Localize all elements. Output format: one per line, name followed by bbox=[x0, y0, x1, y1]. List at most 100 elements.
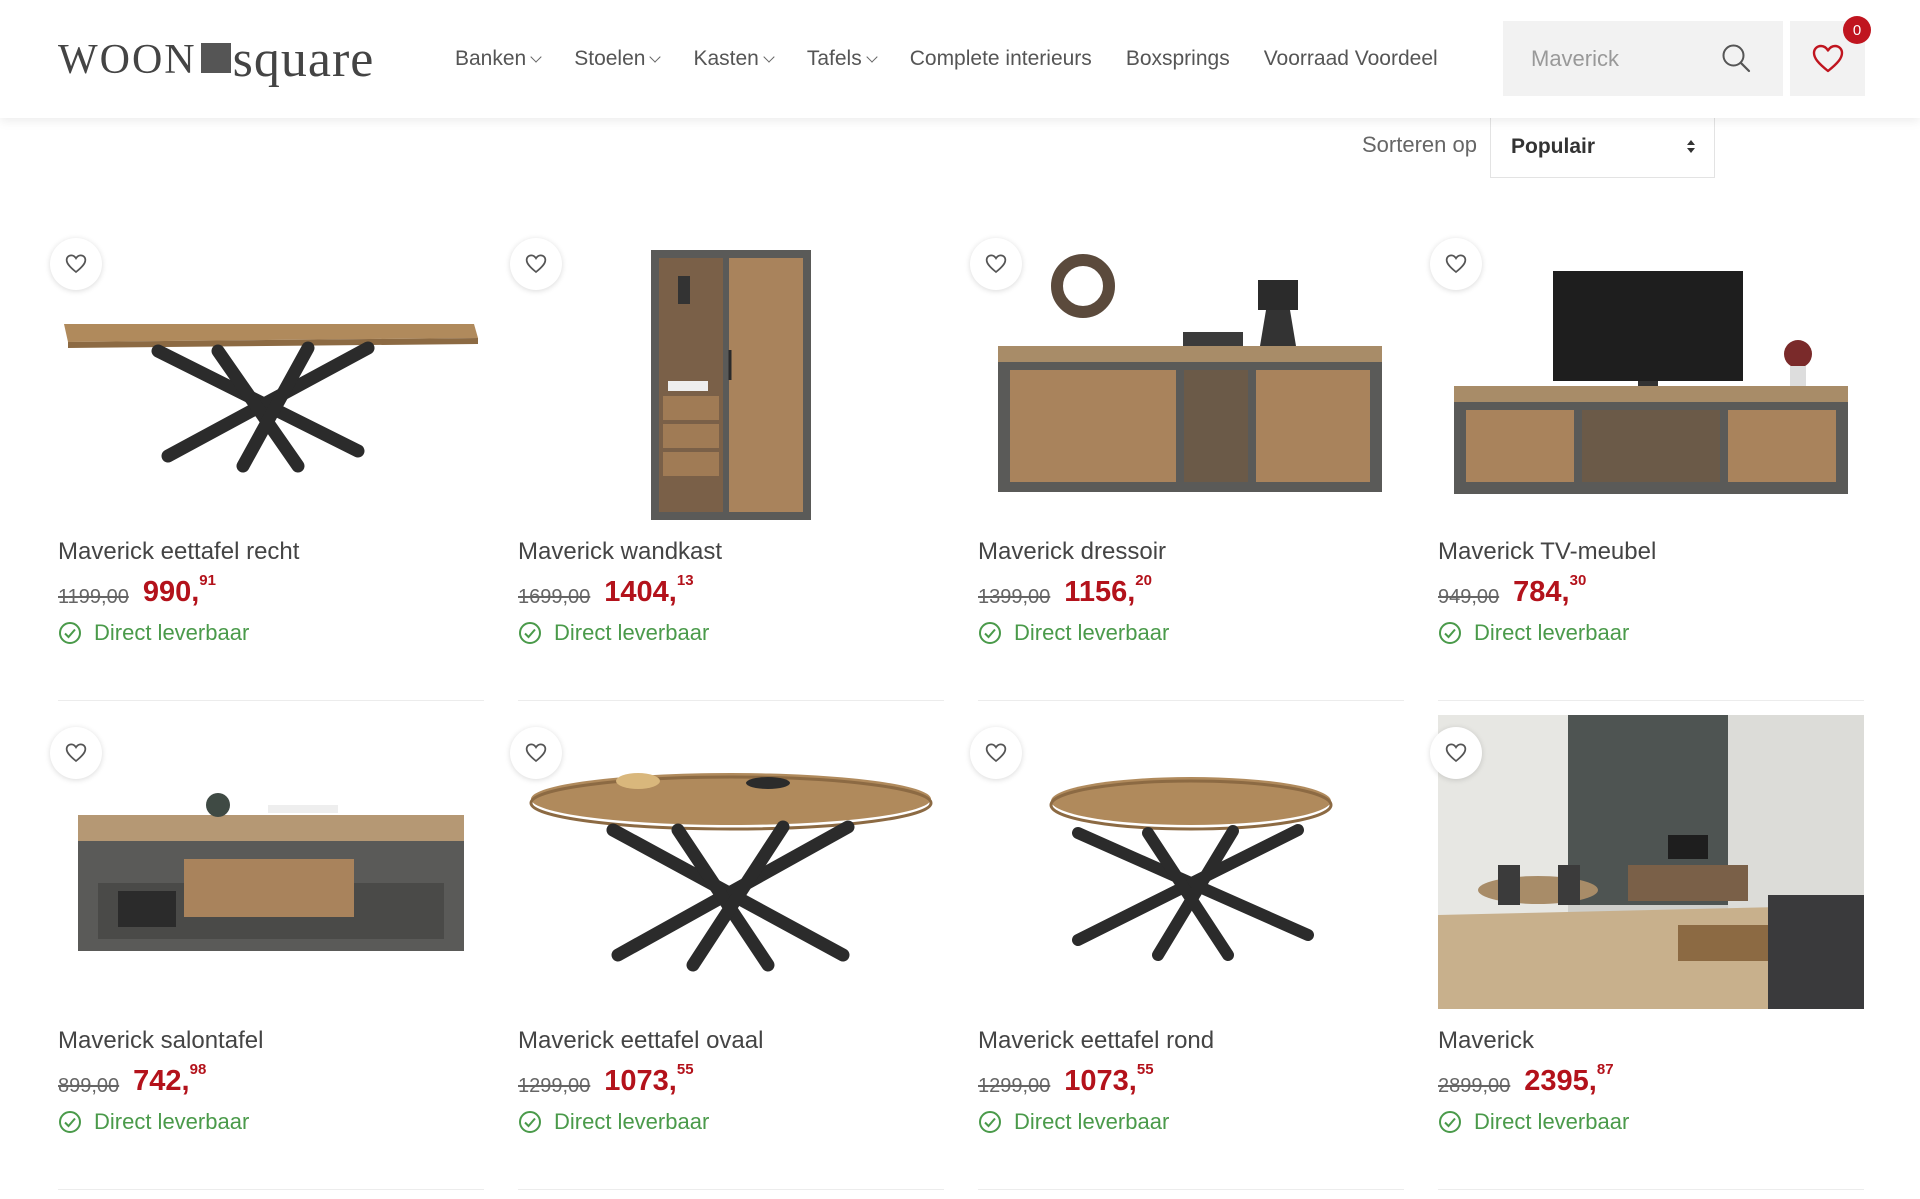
product-image-dining-table[interactable] bbox=[58, 226, 484, 520]
sort-select[interactable]: Populair bbox=[1490, 116, 1715, 178]
product-card[interactable]: Maverick salontafel 899,00 742,98 Direct… bbox=[50, 715, 484, 1190]
product-image-tv-unit[interactable] bbox=[1438, 226, 1864, 520]
price-main: 1073, bbox=[604, 1065, 677, 1097]
product-name[interactable]: Maverick salontafel bbox=[58, 1027, 263, 1055]
price-block: 1699,00 1404,13 bbox=[518, 572, 694, 609]
logo-text-woon: woon bbox=[58, 37, 197, 83]
nav-label: Kasten bbox=[693, 47, 759, 70]
product-card[interactable]: Maverick 2899,00 2395,87 Direct leverbaa… bbox=[1430, 715, 1864, 1190]
price-main: 2395, bbox=[1524, 1065, 1597, 1097]
product-name[interactable]: Maverick dressoir bbox=[978, 538, 1166, 566]
search-box bbox=[1503, 21, 1783, 96]
nav-label: Complete interieurs bbox=[909, 47, 1092, 70]
product-image-sideboard[interactable] bbox=[978, 226, 1404, 520]
old-price: 1299,00 bbox=[518, 1075, 591, 1097]
heart-outline-icon bbox=[985, 254, 1007, 274]
old-price: 1699,00 bbox=[518, 586, 591, 608]
heart-outline-icon bbox=[525, 743, 547, 763]
product-image-wall-cabinet[interactable] bbox=[518, 226, 944, 520]
favorite-button[interactable] bbox=[510, 727, 562, 779]
product-name[interactable]: Maverick eettafel rond bbox=[978, 1027, 1214, 1055]
favorite-button[interactable] bbox=[1430, 238, 1482, 290]
stock-label: Direct leverbaar bbox=[554, 620, 710, 645]
price-block: 1299,00 1073,55 bbox=[978, 1061, 1154, 1098]
product-image-round-table[interactable] bbox=[978, 715, 1404, 1009]
stock-label: Direct leverbaar bbox=[94, 1109, 250, 1134]
price-block: 1399,00 1156,20 bbox=[978, 572, 1152, 609]
sale-price: 1073,55 bbox=[604, 1061, 693, 1098]
main-nav: Banken Stoelen Kasten Tafels Complete in… bbox=[455, 0, 1472, 118]
old-price: 2899,00 bbox=[1438, 1075, 1511, 1097]
nav-item-stoelen[interactable]: Stoelen bbox=[574, 47, 662, 71]
stock-status: Direct leverbaar bbox=[58, 1109, 249, 1135]
heart-outline-icon bbox=[525, 254, 547, 274]
favorite-button[interactable] bbox=[50, 727, 102, 779]
stock-status: Direct leverbaar bbox=[58, 620, 249, 646]
product-name[interactable]: Maverick bbox=[1438, 1027, 1534, 1055]
search-icon[interactable] bbox=[1721, 43, 1751, 73]
price-block: 1299,00 1073,55 bbox=[518, 1061, 694, 1098]
divider bbox=[1438, 1189, 1864, 1190]
product-image-coffee-table[interactable] bbox=[58, 715, 484, 1009]
nav-item-banken[interactable]: Banken bbox=[455, 47, 542, 71]
nav-item-tafels[interactable]: Tafels bbox=[806, 47, 878, 71]
nav-label: Tafels bbox=[806, 47, 862, 70]
nav-item-voorraad-voordeel[interactable]: Voorraad Voordeel bbox=[1264, 47, 1438, 71]
heart-outline-icon bbox=[985, 743, 1007, 763]
check-circle-icon bbox=[59, 622, 81, 644]
stock-label: Direct leverbaar bbox=[94, 620, 250, 645]
product-name[interactable]: Maverick TV-meubel bbox=[1438, 538, 1656, 566]
logo-text-square: square bbox=[232, 31, 375, 88]
stock-status: Direct leverbaar bbox=[978, 620, 1169, 646]
sale-price: 784,30 bbox=[1513, 572, 1586, 609]
product-card[interactable]: Maverick eettafel rond 1299,00 1073,55 D… bbox=[970, 715, 1404, 1190]
check-circle-icon bbox=[979, 622, 1001, 644]
product-card[interactable]: Maverick dressoir 1399,00 1156,20 Direct… bbox=[970, 226, 1404, 701]
stock-status: Direct leverbaar bbox=[518, 1109, 709, 1135]
price-block: 949,00 784,30 bbox=[1438, 572, 1586, 609]
logo-square bbox=[200, 43, 231, 73]
nav-item-boxsprings[interactable]: Boxsprings bbox=[1126, 47, 1230, 71]
nav-label: Stoelen bbox=[574, 47, 646, 70]
product-name[interactable]: Maverick eettafel recht bbox=[58, 538, 299, 566]
nav-item-kasten[interactable]: Kasten bbox=[693, 47, 775, 71]
product-image-room-scene[interactable] bbox=[1438, 715, 1864, 1009]
stock-status: Direct leverbaar bbox=[978, 1109, 1169, 1135]
price-main: 742, bbox=[133, 1065, 190, 1097]
product-card[interactable]: Maverick TV-meubel 949,00 784,30 Direct … bbox=[1430, 226, 1864, 701]
price-main: 784, bbox=[1513, 576, 1570, 608]
wishlist-count-badge: 0 bbox=[1843, 16, 1871, 44]
sale-price: 1073,55 bbox=[1064, 1061, 1153, 1098]
site-logo[interactable]: woon square bbox=[58, 30, 374, 90]
nav-label: Banken bbox=[455, 47, 527, 70]
product-name[interactable]: Maverick eettafel ovaal bbox=[518, 1027, 763, 1055]
divider bbox=[1438, 700, 1864, 701]
product-card[interactable]: Maverick eettafel ovaal 1299,00 1073,55 … bbox=[510, 715, 944, 1190]
favorite-button[interactable] bbox=[970, 727, 1022, 779]
nav-label: Boxsprings bbox=[1125, 47, 1230, 70]
sale-price: 990,91 bbox=[143, 572, 216, 609]
favorite-button[interactable] bbox=[510, 238, 562, 290]
product-image-oval-table[interactable] bbox=[518, 715, 944, 1009]
nav-item-complete-interieurs[interactable]: Complete interieurs bbox=[910, 47, 1092, 71]
favorite-button[interactable] bbox=[970, 238, 1022, 290]
heart-icon bbox=[1812, 44, 1843, 72]
price-block: 1199,00 990,91 bbox=[58, 572, 216, 609]
divider bbox=[518, 700, 944, 701]
product-name[interactable]: Maverick wandkast bbox=[518, 538, 722, 566]
favorite-button[interactable] bbox=[1430, 727, 1482, 779]
search-input[interactable] bbox=[1531, 45, 1731, 72]
price-cents: 20 bbox=[1135, 572, 1152, 589]
price-main: 1404, bbox=[604, 576, 677, 608]
price-main: 1156, bbox=[1064, 576, 1136, 608]
site-header: woon square Banken Stoelen Kasten Tafels… bbox=[0, 0, 1920, 118]
price-block: 2899,00 2395,87 bbox=[1438, 1061, 1614, 1098]
heart-outline-icon bbox=[1445, 743, 1467, 763]
stock-status: Direct leverbaar bbox=[1438, 620, 1629, 646]
product-card[interactable]: Maverick eettafel recht 1199,00 990,91 D… bbox=[50, 226, 484, 701]
check-circle-icon bbox=[59, 1111, 81, 1133]
favorite-button[interactable] bbox=[50, 238, 102, 290]
product-card[interactable]: Maverick wandkast 1699,00 1404,13 Direct… bbox=[510, 226, 944, 701]
divider bbox=[978, 700, 1404, 701]
divider bbox=[58, 1189, 484, 1190]
